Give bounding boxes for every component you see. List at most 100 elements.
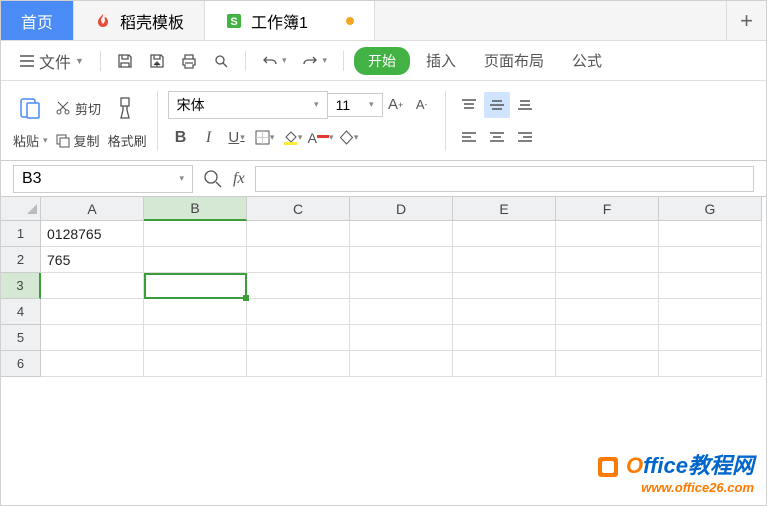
tab-home[interactable]: 首页 (1, 1, 74, 40)
copy-button[interactable]: 复制 (56, 131, 100, 150)
formula-input[interactable] (255, 166, 754, 192)
menu-button[interactable]: 文件 ▼ (13, 45, 90, 77)
cell-c3[interactable] (247, 273, 350, 299)
cell-a6[interactable] (41, 351, 144, 377)
cell-d3[interactable] (350, 273, 453, 299)
cell-g6[interactable] (659, 351, 762, 377)
cell-a5[interactable] (41, 325, 144, 351)
tab-templates[interactable]: 稻壳模板 (74, 1, 205, 40)
save-as-button[interactable] (143, 49, 171, 73)
cell-d6[interactable] (350, 351, 453, 377)
align-bottom-button[interactable] (512, 92, 538, 118)
tab-workbook[interactable]: S 工作簿1 (205, 1, 375, 40)
cell-g5[interactable] (659, 325, 762, 351)
save-button[interactable] (111, 49, 139, 73)
print-preview-button[interactable] (207, 49, 235, 73)
font-color-button[interactable]: A▾ (308, 125, 334, 151)
cell-c4[interactable] (247, 299, 350, 325)
col-header-c[interactable]: C (247, 197, 350, 221)
cell-d1[interactable] (350, 221, 453, 247)
align-right-button[interactable] (512, 124, 538, 150)
increase-font-button[interactable]: A+ (383, 92, 409, 118)
col-header-d[interactable]: D (350, 197, 453, 221)
start-label: 开始 (368, 53, 396, 69)
cell-f5[interactable] (556, 325, 659, 351)
cut-label: 剪切 (75, 99, 101, 118)
col-header-e[interactable]: E (453, 197, 556, 221)
select-all-corner[interactable] (1, 197, 41, 221)
align-left-button[interactable] (456, 124, 482, 150)
cell-styles-button[interactable]: ▾ (336, 125, 362, 151)
cell-g1[interactable] (659, 221, 762, 247)
bold-button[interactable]: B (168, 125, 194, 151)
align-center-button[interactable] (484, 124, 510, 150)
italic-button[interactable]: I (196, 125, 222, 151)
layout-tab[interactable]: 页面布局 (472, 46, 556, 75)
border-button[interactable]: ▾ (252, 125, 278, 151)
cell-f3[interactable] (556, 273, 659, 299)
format-painter-button[interactable] (109, 92, 141, 124)
cell-f6[interactable] (556, 351, 659, 377)
cell-d2[interactable] (350, 247, 453, 273)
paste-dropdown[interactable]: 粘贴▾ (13, 131, 48, 150)
col-header-g[interactable]: G (659, 197, 762, 221)
cell-e1[interactable] (453, 221, 556, 247)
col-header-f[interactable]: F (556, 197, 659, 221)
col-header-a[interactable]: A (41, 197, 144, 221)
print-button[interactable] (175, 49, 203, 73)
row-header-6[interactable]: 6 (1, 351, 41, 377)
undo-button[interactable]: ▾ (256, 50, 293, 72)
cell-b4[interactable] (144, 299, 247, 325)
row-header-3[interactable]: 3 (1, 273, 41, 299)
cell-c2[interactable] (247, 247, 350, 273)
cell-b1[interactable] (144, 221, 247, 247)
cell-e5[interactable] (453, 325, 556, 351)
cell-d5[interactable] (350, 325, 453, 351)
row-header-1[interactable]: 1 (1, 221, 41, 247)
fill-color-button[interactable]: ▾ (280, 125, 306, 151)
align-top-button[interactable] (456, 92, 482, 118)
font-size-select[interactable]: 11 ▾ (328, 93, 383, 117)
cell-a3[interactable] (41, 273, 144, 299)
cell-g3[interactable] (659, 273, 762, 299)
insert-tab[interactable]: 插入 (414, 46, 468, 75)
col-header-b[interactable]: B (144, 197, 247, 221)
row-header-4[interactable]: 4 (1, 299, 41, 325)
row-header-5[interactable]: 5 (1, 325, 41, 351)
cell-e3[interactable] (453, 273, 556, 299)
new-tab-button[interactable]: + (726, 1, 766, 40)
font-name-select[interactable]: 宋体 ▾ (168, 91, 328, 119)
cell-e2[interactable] (453, 247, 556, 273)
fx-icon[interactable]: fx (233, 170, 245, 188)
cell-e6[interactable] (453, 351, 556, 377)
formula-tab[interactable]: 公式 (560, 46, 614, 75)
paste-button[interactable] (13, 91, 47, 125)
cut-button[interactable]: 剪切 (55, 99, 101, 118)
cell-c1[interactable] (247, 221, 350, 247)
cell-b6[interactable] (144, 351, 247, 377)
align-middle-button[interactable] (484, 92, 510, 118)
cell-g4[interactable] (659, 299, 762, 325)
cell-c6[interactable] (247, 351, 350, 377)
cell-b2[interactable] (144, 247, 247, 273)
cell-b3[interactable] (144, 273, 247, 299)
cell-a4[interactable] (41, 299, 144, 325)
cell-e4[interactable] (453, 299, 556, 325)
name-box[interactable]: B3 ▾ (13, 165, 193, 193)
cell-c5[interactable] (247, 325, 350, 351)
start-tab[interactable]: 开始 (354, 47, 410, 75)
cell-g2[interactable] (659, 247, 762, 273)
underline-button[interactable]: U▾ (224, 125, 250, 151)
cell-b5[interactable] (144, 325, 247, 351)
cell-a1[interactable]: 0128765 (41, 221, 144, 247)
decrease-font-button[interactable]: A- (409, 92, 435, 118)
redo-button[interactable]: ▾ (296, 50, 333, 72)
cell-a2[interactable]: 765 (41, 247, 144, 273)
cell-d4[interactable] (350, 299, 453, 325)
row-header-2[interactable]: 2 (1, 247, 41, 273)
cell-f1[interactable] (556, 221, 659, 247)
cell-f4[interactable] (556, 299, 659, 325)
zoom-icon[interactable] (203, 169, 223, 189)
align-group (456, 92, 538, 150)
cell-f2[interactable] (556, 247, 659, 273)
